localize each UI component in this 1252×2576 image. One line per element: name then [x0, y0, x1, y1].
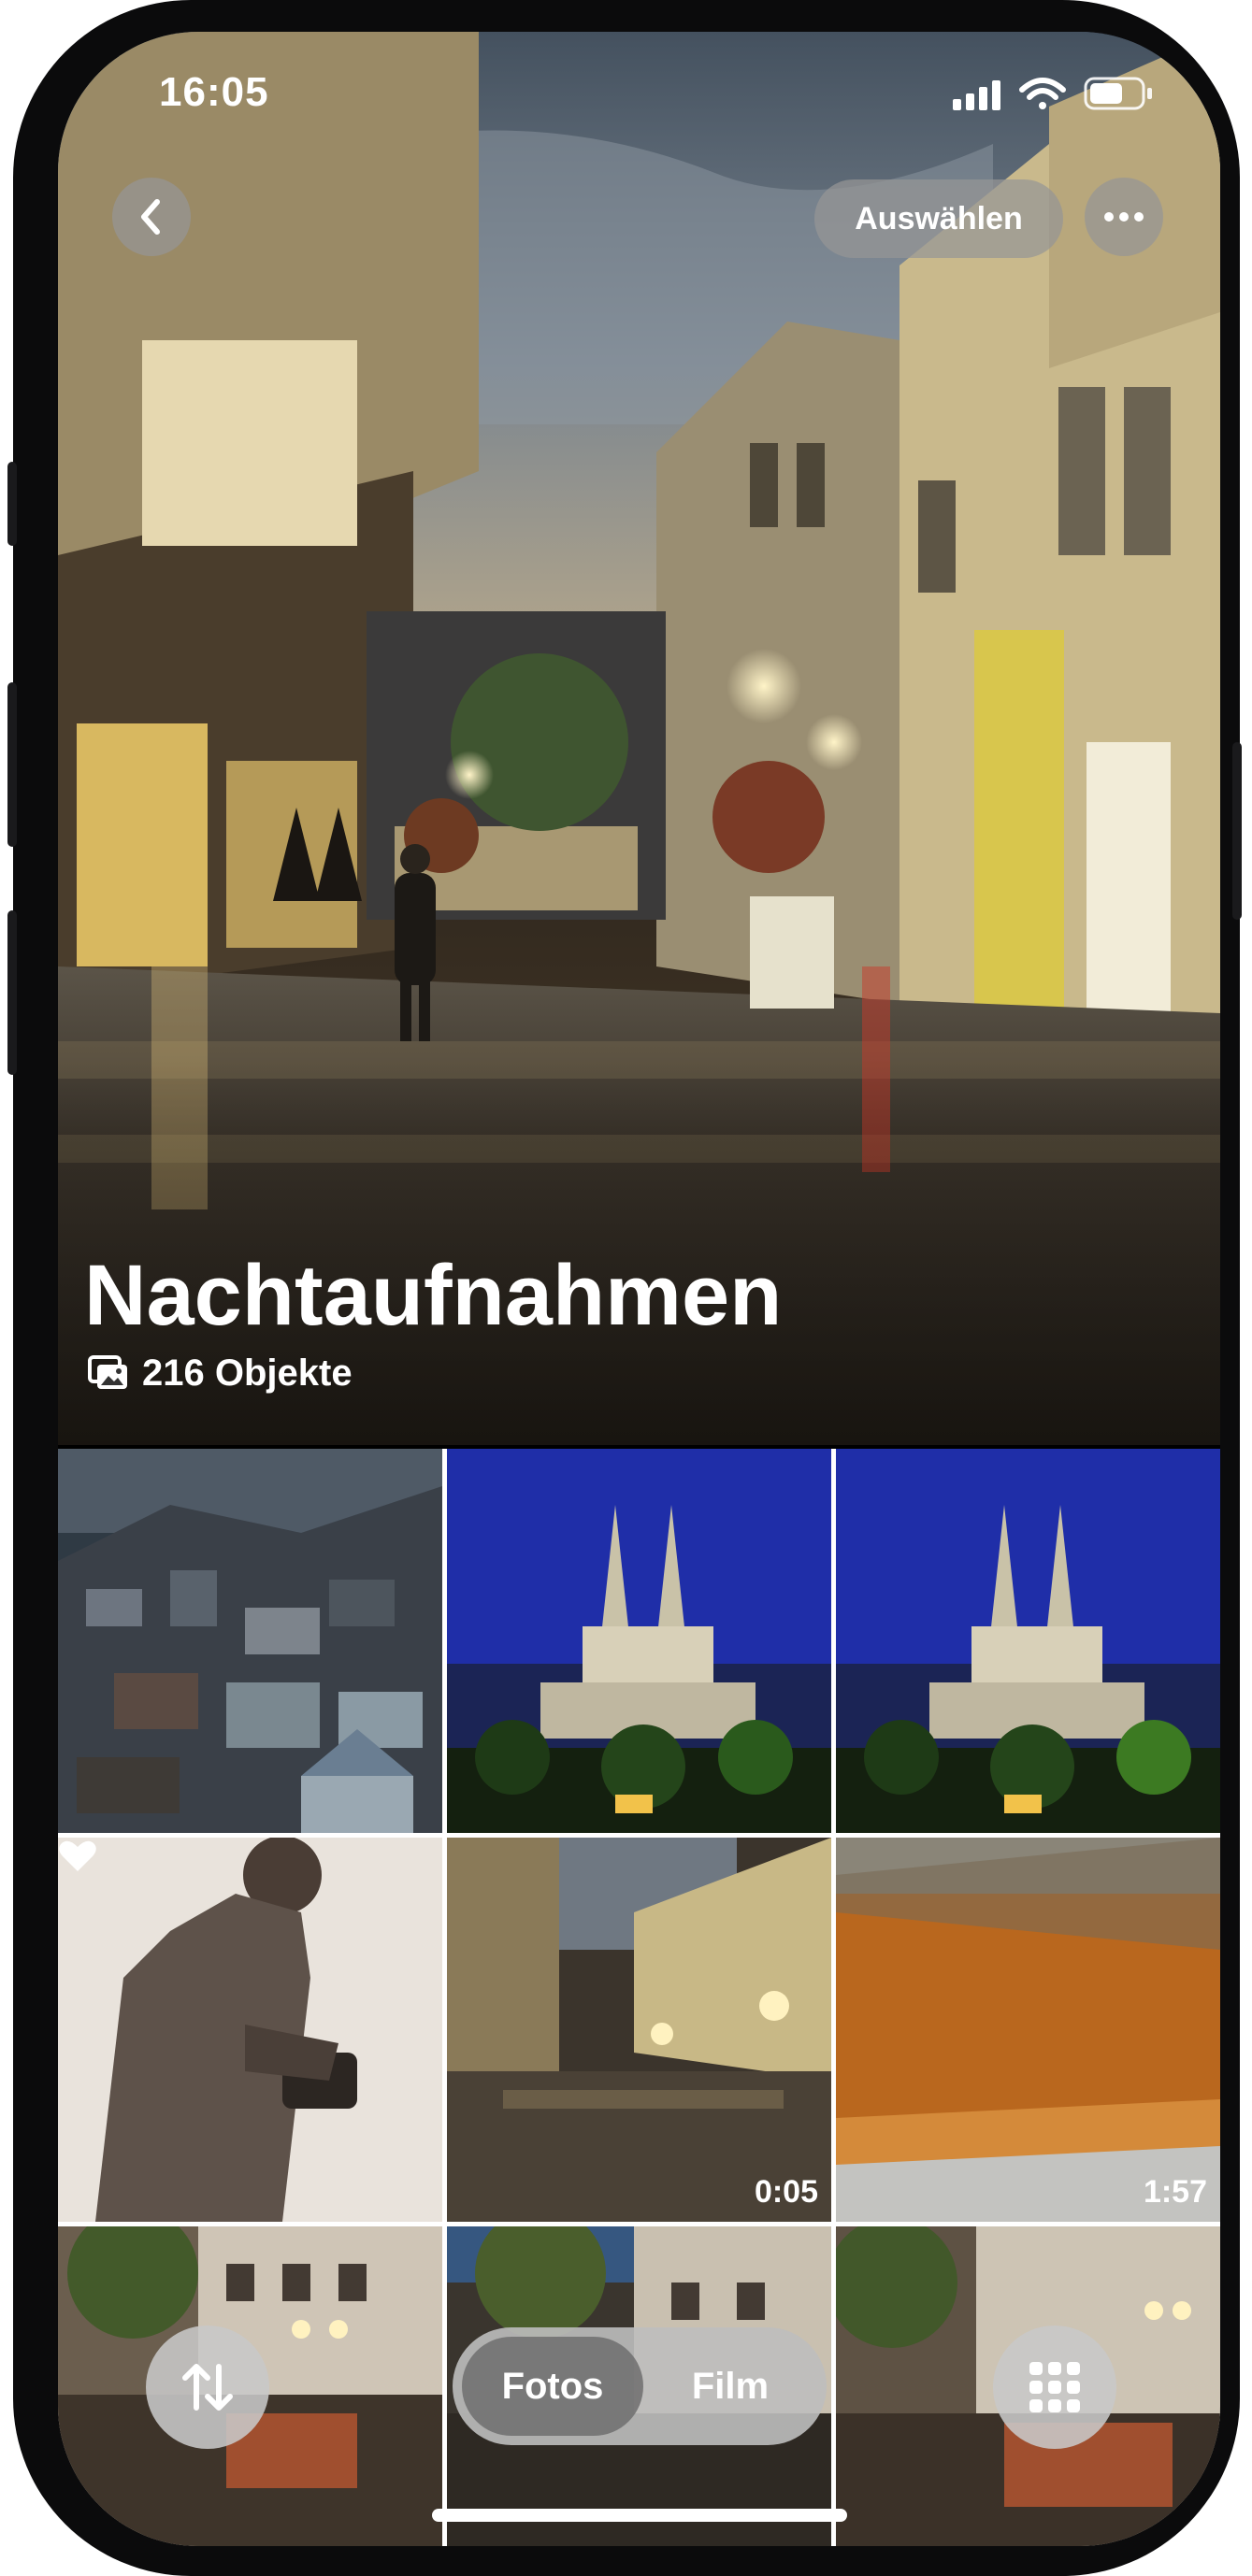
photo-thumbnail	[58, 1838, 442, 2222]
side-button-volume-down	[7, 910, 17, 1075]
home-indicator[interactable]	[432, 2509, 847, 2522]
photo-tile[interactable]	[447, 1449, 831, 1833]
segment-photos[interactable]: Fotos	[462, 2337, 643, 2436]
video-duration: 0:05	[754, 2174, 818, 2210]
photo-tile[interactable]: 1:57	[836, 1838, 1220, 2222]
status-icons	[949, 73, 1164, 114]
chevron-left-icon	[141, 199, 160, 235]
photo-thumbnail	[836, 1449, 1220, 1833]
sort-arrows-icon	[182, 2364, 233, 2411]
back-button[interactable]	[112, 178, 191, 256]
sort-button[interactable]	[146, 2326, 269, 2449]
grid-icon	[1029, 2362, 1080, 2412]
photo-tile[interactable]	[836, 1449, 1220, 1833]
segment-film[interactable]: Film	[643, 2337, 817, 2436]
photo-thumbnail	[447, 1449, 831, 1833]
cellular-signal-icon	[953, 80, 1000, 110]
photo-tile[interactable]	[58, 1449, 442, 1833]
heart-icon	[59, 1840, 96, 1871]
photo-thumbnail	[836, 1838, 1220, 2222]
video-duration: 1:57	[1143, 2174, 1207, 2210]
photo-thumbnail	[447, 1838, 831, 2222]
photo-tile[interactable]	[58, 1838, 442, 2222]
grid-view-button[interactable]	[993, 2326, 1116, 2449]
status-time: 16:05	[159, 69, 269, 115]
battery-icon	[1084, 77, 1152, 110]
side-button-volume-up	[7, 682, 17, 847]
photo-thumbnail	[58, 1449, 442, 1833]
ellipsis-icon	[1104, 212, 1144, 222]
wifi-icon	[1019, 78, 1066, 109]
album-count: 216 Objekte	[142, 1352, 353, 1394]
album-title: Nachtaufnahmen	[84, 1248, 783, 1343]
screen: 16:05 Auswählen Nachtaufnahmen 216 Objek…	[58, 32, 1220, 2546]
phone-frame: 16:05 Auswählen Nachtaufnahmen 216 Objek…	[7, 0, 1242, 2576]
more-button[interactable]	[1085, 178, 1163, 256]
select-button[interactable]: Auswählen	[814, 179, 1063, 258]
photo-tile[interactable]: 0:05	[447, 1838, 831, 2222]
album-count-row: 216 Objekte	[88, 1350, 555, 1396]
side-button-power	[1232, 742, 1242, 920]
view-segmented-control: Fotos Film	[453, 2327, 827, 2445]
photo-stack-icon	[88, 1355, 127, 1389]
side-button-mute	[7, 462, 17, 546]
